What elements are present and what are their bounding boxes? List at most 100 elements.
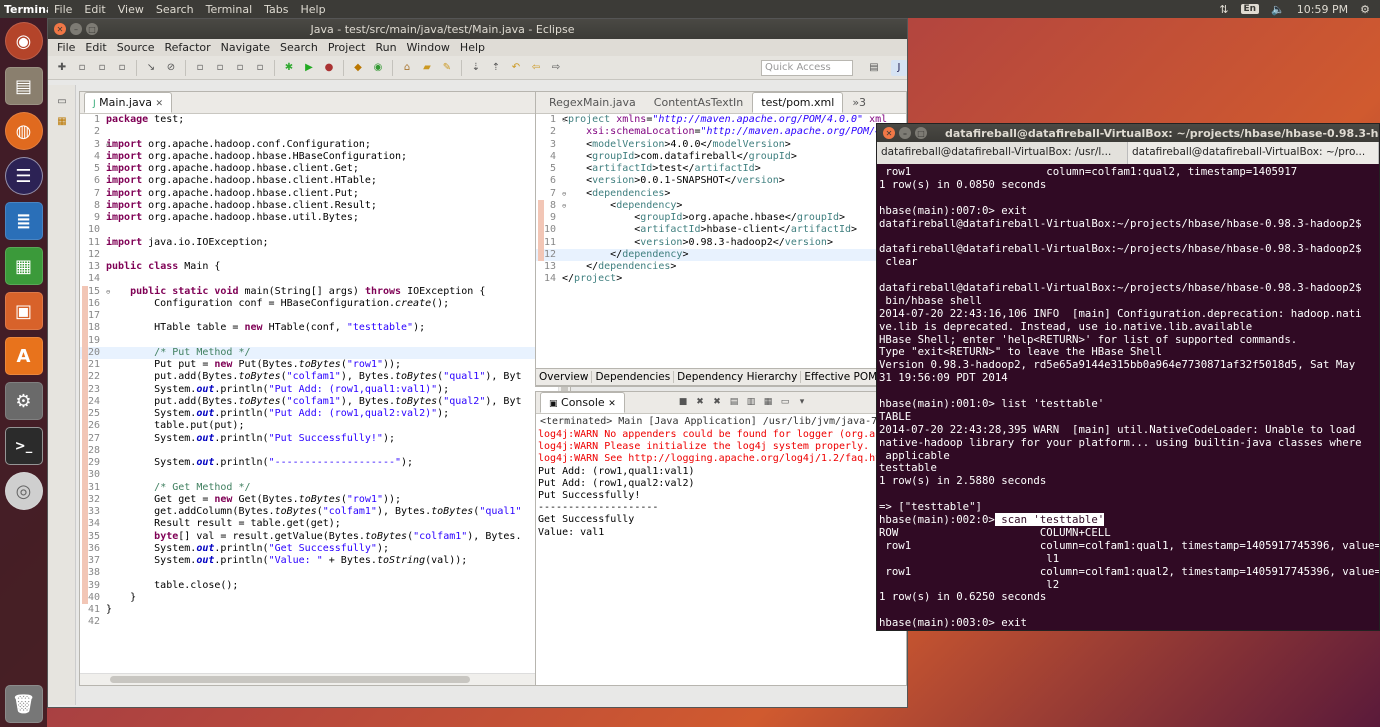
writer-icon[interactable]: ≣ [4, 202, 43, 240]
global-menu-tabs[interactable]: Tabs [258, 3, 294, 16]
maximize-window-button[interactable]: □ [86, 23, 98, 35]
java-perspective-icon[interactable]: J [891, 59, 907, 76]
remove-all-icon[interactable]: ✖ [710, 395, 724, 409]
skip-breakpoints-icon[interactable]: ⊘ [163, 60, 179, 76]
close-tab-icon[interactable]: ✕ [608, 399, 616, 409]
impress-icon[interactable]: ▣ [4, 292, 43, 330]
disconnect-icon[interactable]: ▫ [252, 60, 268, 76]
display-console-icon[interactable]: ▭ [778, 395, 792, 409]
pin-console-icon[interactable]: ▦ [761, 395, 775, 409]
open-perspective-icon[interactable]: ▤ [865, 59, 883, 77]
menu-search[interactable]: Search [275, 41, 323, 54]
toggle-breakpoint-icon[interactable]: ↘ [143, 60, 159, 76]
resume-icon[interactable]: ▫ [192, 60, 208, 76]
software-center-icon[interactable]: A [4, 337, 43, 375]
next-annotation-icon[interactable]: ⇣ [468, 60, 484, 76]
terminal-minimize-button[interactable]: – [899, 127, 911, 139]
open-console-icon[interactable]: ▾ [795, 395, 809, 409]
pom-tab-overview[interactable]: Overview [536, 371, 593, 383]
code-area[interactable]: 1 package test; 2 3 ⊖ import org.apache.hadoo… [80, 114, 556, 673]
global-menu-file[interactable]: File [48, 3, 78, 16]
terminal-close-button[interactable]: ✕ [883, 127, 895, 139]
power-gear-icon[interactable]: ⚙ [1360, 3, 1370, 16]
tab-main-java[interactable]: J Main.java ✕ [84, 92, 173, 113]
tab-console[interactable]: ▣ Console ✕ [540, 392, 625, 413]
global-menu-view[interactable]: View [112, 3, 150, 16]
menu-run[interactable]: Run [370, 41, 401, 54]
terminal-maximize-button[interactable]: □ [915, 127, 927, 139]
previous-annotation-icon[interactable]: ⇡ [488, 60, 504, 76]
suspend-icon[interactable]: ▫ [212, 60, 228, 76]
global-menu-terminal[interactable]: Terminal [200, 3, 259, 16]
clock[interactable]: 10:59 PM [1297, 3, 1348, 16]
pom-tab-effective-pom[interactable]: Effective POM [801, 371, 882, 383]
keyboard-layout-indicator[interactable]: En [1240, 4, 1260, 14]
xml-code-area[interactable]: 1 ⊖ <project xmlns="http://maven.apache.or… [536, 114, 906, 386]
tab--3[interactable]: »3 [843, 92, 875, 113]
editor-horizontal-scrollbar[interactable] [80, 673, 558, 685]
scroll-lock-icon[interactable]: ▥ [744, 395, 758, 409]
fold-toggle-icon[interactable]: ⊖ [106, 139, 110, 151]
last-edit-icon[interactable]: ↶ [508, 60, 524, 76]
fold-toggle-icon[interactable]: ⊖ [106, 286, 110, 298]
close-window-button[interactable]: ✕ [54, 23, 66, 35]
menu-file[interactable]: File [52, 41, 80, 54]
network-icon[interactable]: ⇅ [1219, 3, 1228, 16]
fold-toggle-icon[interactable]: ⊖ [562, 114, 566, 126]
clear-console-icon[interactable]: ▤ [727, 395, 741, 409]
global-menu-search[interactable]: Search [150, 3, 200, 16]
ubuntu-dash-icon[interactable]: ◉ [4, 22, 43, 60]
global-menu-edit[interactable]: Edit [78, 3, 111, 16]
close-tab-icon[interactable]: ✕ [155, 99, 163, 109]
tab-regexmain-java[interactable]: RegexMain.java [540, 92, 645, 113]
menu-source[interactable]: Source [112, 41, 160, 54]
terminate-icon[interactable]: ▫ [232, 60, 248, 76]
terminal-tab-1[interactable]: datafireball@datafireball-VirtualBox: /u… [877, 142, 1128, 164]
calc-icon[interactable]: ▦ [4, 247, 43, 285]
menu-help[interactable]: Help [455, 41, 490, 54]
terminal-output[interactable]: row1 column=colfam1:qual2, timestamp=140… [877, 164, 1379, 630]
trash-icon[interactable]: 🗑 [4, 685, 43, 723]
print-icon[interactable]: ▫ [114, 60, 130, 76]
external-tools-icon[interactable]: ● [321, 60, 337, 76]
restore-icon[interactable]: ▭ [54, 93, 70, 109]
pom-tab-dependencies[interactable]: Dependencies [592, 371, 675, 383]
quick-access-input[interactable]: Quick Access [761, 59, 853, 76]
tab-contentastextin[interactable]: ContentAsTextIn [645, 92, 752, 113]
terminal-tab-2[interactable]: datafireball@datafireball-VirtualBox: ~/… [1128, 142, 1379, 164]
console-output[interactable]: log4j:WARN No appenders could be found f… [536, 429, 906, 539]
open-folder-icon[interactable]: ▰ [419, 60, 435, 76]
fold-toggle-icon[interactable]: ⊖ [562, 200, 566, 212]
back-icon[interactable]: ⇦ [528, 60, 544, 76]
run-icon[interactable]: ▶ [301, 60, 317, 76]
menu-edit[interactable]: Edit [80, 41, 111, 54]
menu-refactor[interactable]: Refactor [160, 41, 216, 54]
menu-project[interactable]: Project [323, 41, 371, 54]
pom-tab-dependency-hierarchy[interactable]: Dependency Hierarchy [674, 371, 802, 383]
tab-test-pom-xml[interactable]: test/pom.xml [752, 92, 844, 113]
open-type-icon[interactable]: ⌂ [399, 60, 415, 76]
search-icon[interactable]: ✎ [439, 60, 455, 76]
new-icon[interactable]: ✚ [54, 60, 70, 76]
files-icon[interactable]: ▤ [4, 67, 43, 105]
package-explorer-icon[interactable]: ▦ [54, 113, 70, 129]
eclipse-icon[interactable]: ☰ [4, 157, 43, 195]
sound-icon[interactable]: 🔈 [1271, 3, 1285, 16]
global-menu-help[interactable]: Help [295, 3, 332, 16]
forward-icon[interactable]: ⇨ [548, 60, 564, 76]
menu-window[interactable]: Window [402, 41, 455, 54]
menu-navigate[interactable]: Navigate [216, 41, 275, 54]
minimize-window-button[interactable]: – [70, 23, 82, 35]
terminal-icon[interactable]: >_ [4, 427, 43, 465]
debug-icon[interactable]: ✱ [281, 60, 297, 76]
fold-toggle-icon[interactable]: ⊖ [562, 188, 566, 200]
new-class-icon[interactable]: ◉ [370, 60, 386, 76]
remove-launch-icon[interactable]: ✖ [693, 395, 707, 409]
terminate-console-icon[interactable]: ■ [676, 395, 690, 409]
firefox-icon[interactable]: ◍ [4, 112, 43, 150]
save-icon[interactable]: ▫ [74, 60, 90, 76]
dvd-icon[interactable]: ◎ [4, 472, 43, 510]
new-java-project-icon[interactable]: ◆ [350, 60, 366, 76]
settings-icon[interactable]: ⚙ [4, 382, 43, 420]
save-all-icon[interactable]: ▫ [94, 60, 110, 76]
